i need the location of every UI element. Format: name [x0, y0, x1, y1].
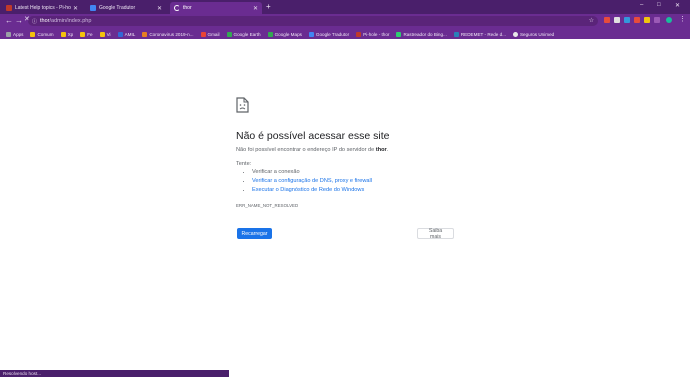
- extension-icon[interactable]: [624, 17, 630, 23]
- folder-icon: [60, 31, 66, 37]
- gmail-favicon-icon: [200, 31, 206, 37]
- google-earth-favicon-icon: [226, 31, 232, 37]
- forward-button[interactable]: →: [15, 17, 23, 25]
- sad-document-icon: [236, 97, 249, 113]
- google-translate-favicon-icon: [90, 5, 96, 11]
- bookmark-link[interactable]: Seguros Unimed: [512, 31, 554, 37]
- tab-label: thor: [183, 5, 192, 11]
- close-tab-icon[interactable]: ✕: [157, 5, 162, 12]
- address-bar[interactable]: ⓘ thor/admin/index.php ☆: [28, 16, 598, 26]
- close-window-button[interactable]: ✕: [675, 2, 680, 9]
- new-tab-button[interactable]: +: [266, 3, 271, 11]
- back-button[interactable]: ←: [5, 17, 13, 25]
- error-page: [0, 39, 690, 370]
- bookmark-star-icon[interactable]: ☆: [589, 17, 594, 24]
- bookmark-apps[interactable]: Apps: [6, 31, 23, 37]
- tab-pihole-help[interactable]: Latest Help topics - Pi-hole Use... ✕: [2, 2, 82, 14]
- bookmark-link[interactable]: Google Earth: [226, 31, 261, 37]
- address-text[interactable]: thor/admin/index.php: [40, 17, 91, 25]
- bookmark-link[interactable]: Coronavirus 2019-n...: [142, 31, 194, 37]
- suggestion-link[interactable]: Executar o Diagnóstico de Rede do Window…: [252, 187, 372, 193]
- bookmark-folder[interactable]: Fe: [80, 31, 93, 37]
- profile-avatar[interactable]: [666, 17, 672, 23]
- bookmark-link[interactable]: Gmail: [200, 31, 220, 37]
- try-heading: Tente:: [236, 161, 252, 167]
- tab-label: Latest Help topics - Pi-hole Use...: [15, 5, 71, 11]
- tab-thor[interactable]: thor ✕: [170, 2, 262, 14]
- redemet-favicon-icon: [453, 31, 459, 37]
- loading-spinner-icon: [174, 5, 180, 11]
- pihole-favicon-icon: [356, 31, 362, 37]
- bookmark-link[interactable]: Pi-hole - thor: [356, 31, 389, 37]
- maximize-button[interactable]: □: [657, 2, 661, 8]
- unimed-favicon-icon: [512, 31, 518, 37]
- info-icon[interactable]: ⓘ: [32, 18, 37, 25]
- bookmark-folder[interactable]: Vi: [99, 31, 111, 37]
- reload-button[interactable]: Recarregar: [237, 228, 272, 239]
- bookmark-link[interactable]: AMIL: [117, 31, 135, 37]
- bookmark-folder[interactable]: Comum: [30, 31, 54, 37]
- close-tab-icon[interactable]: ✕: [73, 5, 78, 12]
- google-translate-favicon-icon: [308, 31, 314, 37]
- bookmarks-bar: Apps Comum Xp Fe Vi AMIL Coronavirus 201…: [0, 29, 690, 39]
- coronavirus-favicon-icon: [142, 31, 148, 37]
- bookmark-link[interactable]: Rastreador do Bing...: [396, 31, 447, 37]
- google-maps-favicon-icon: [267, 31, 273, 37]
- minimize-button[interactable]: –: [640, 2, 643, 8]
- error-description: Não foi possível encontrar o endereço IP…: [236, 147, 389, 153]
- details-button[interactable]: Saiba mais: [417, 228, 454, 240]
- folder-icon: [30, 31, 36, 37]
- extension-icon[interactable]: [644, 17, 650, 23]
- bookmark-link[interactable]: Google Tradutor: [308, 31, 349, 37]
- browser-chrome: Latest Help topics - Pi-hole Use... ✕ Go…: [0, 0, 690, 39]
- pihole-favicon-icon: [6, 5, 12, 11]
- apps-grid-icon: [6, 31, 11, 37]
- suggestion-link[interactable]: Verificar a configuração de DNS, proxy e…: [252, 178, 372, 184]
- suggestions-list: Verificar a conexão Verificar a configur…: [244, 169, 372, 196]
- extension-icon[interactable]: [614, 17, 620, 23]
- menu-icon[interactable]: ⋮: [679, 16, 686, 24]
- tab-strip: Latest Help topics - Pi-hole Use... ✕ Go…: [0, 0, 690, 14]
- tab-label: Google Tradutor: [99, 5, 136, 11]
- tab-google-tradutor[interactable]: Google Tradutor ✕: [86, 2, 166, 14]
- bookmark-link[interactable]: Google Maps: [267, 31, 302, 37]
- amil-favicon-icon: [117, 31, 123, 37]
- bookmark-folder[interactable]: Xp: [60, 31, 73, 37]
- close-tab-icon[interactable]: ✕: [253, 5, 258, 12]
- error-title: Não é possível acessar esse site: [236, 130, 390, 142]
- suggestion-item: Verificar a conexão: [252, 169, 372, 175]
- status-bubble: Resolvendo host...: [0, 370, 229, 377]
- bing-favicon-icon: [396, 31, 402, 37]
- error-code: ERR_NAME_NOT_RESOLVED: [236, 203, 299, 208]
- extension-icon[interactable]: [634, 17, 640, 23]
- extension-icon[interactable]: [604, 17, 610, 23]
- folder-icon: [99, 31, 105, 37]
- folder-icon: [80, 31, 86, 37]
- extension-icon[interactable]: [654, 17, 660, 23]
- bookmark-link[interactable]: REDEMET - Rede d...: [453, 31, 506, 37]
